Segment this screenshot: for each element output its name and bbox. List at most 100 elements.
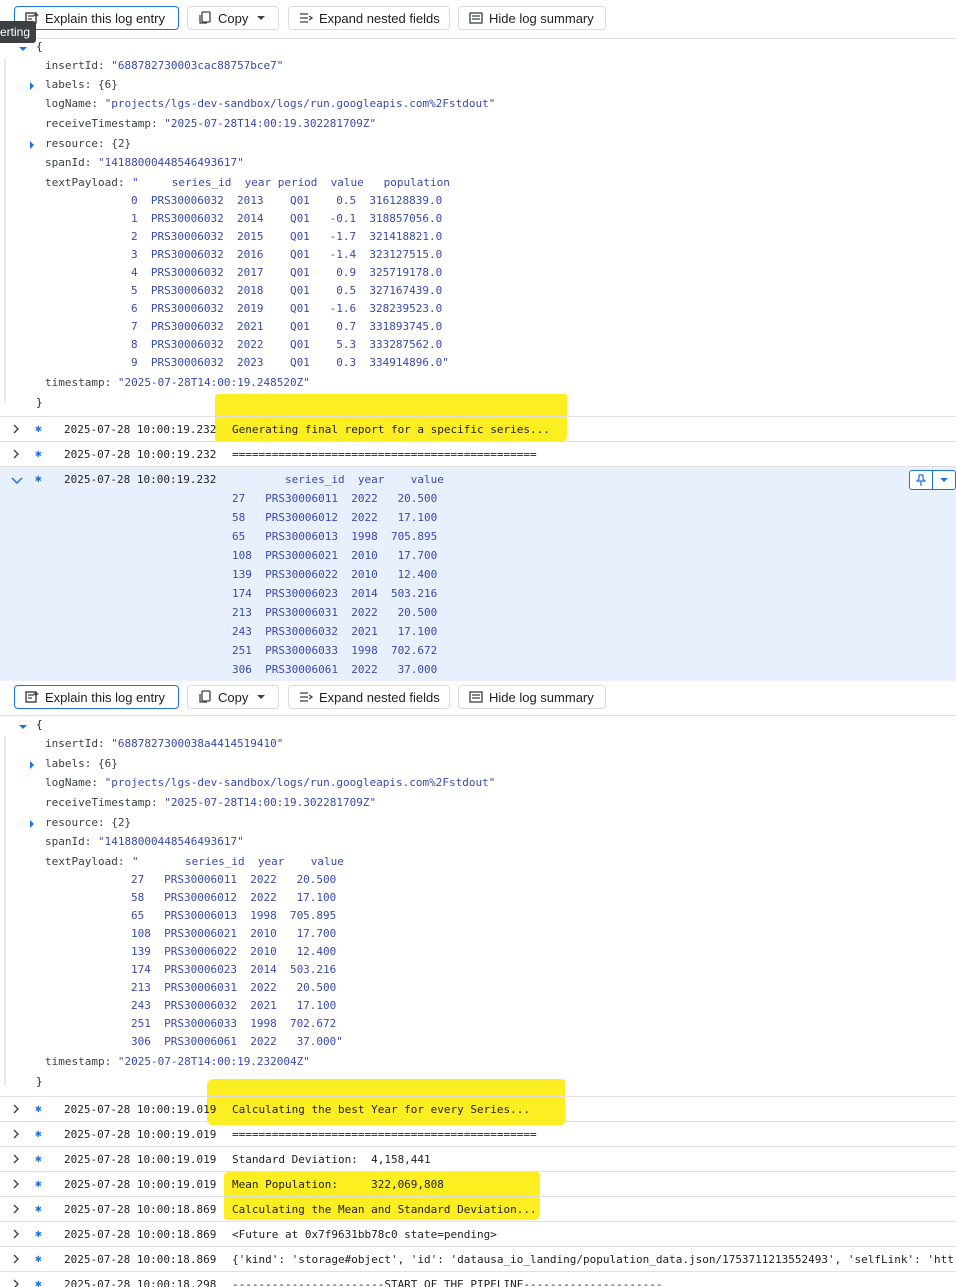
log-message: Standard Deviation: 4,158,441 <box>232 1153 431 1166</box>
copy-label: Copy <box>218 689 249 705</box>
textpayload-line: 243 PRS30006032 2021 17.100 <box>131 999 337 1012</box>
textpayload-line: 2 PRS30006032 2015 Q01 -1.7 321418821.0 <box>131 230 443 243</box>
chevron-down-icon[interactable] <box>11 476 23 486</box>
chevron-right-icon[interactable] <box>11 424 21 434</box>
log-row[interactable]: ✱ 2025-07-28 10:00:18.869 <Future at 0x7… <box>0 1221 956 1247</box>
log-row[interactable]: ✱ 2025-07-28 10:00:19.019 ==============… <box>0 1121 956 1147</box>
spanid-value: "14188000448546493617" <box>98 835 244 848</box>
expand-caret-icon[interactable] <box>27 140 37 150</box>
hide-log-summary-button[interactable]: Hide log summary <box>458 685 606 709</box>
pin-menu-caret-icon[interactable] <box>933 471 955 489</box>
severity-default-icon: ✱ <box>35 422 42 435</box>
chevron-right-icon[interactable] <box>11 1154 21 1164</box>
labels-key[interactable]: labels: {6} <box>45 755 118 773</box>
expand-nested-fields-button[interactable]: Expand nested fields <box>288 6 450 30</box>
receivetimestamp-value: "2025-07-28T14:00:19.302281709Z" <box>164 117 377 130</box>
textpayload-line: 4 PRS30006032 2017 Q01 0.9 325719178.0 <box>131 266 443 279</box>
textpayload-line: 27 PRS30006011 2022 20.500 <box>131 873 337 886</box>
expand-caret-icon[interactable] <box>27 819 37 829</box>
textpayload-line: 3 PRS30006032 2016 Q01 -1.4 323127515.0 <box>131 248 443 261</box>
chevron-right-icon[interactable] <box>11 449 21 459</box>
textpayload-line: 9 PRS30006032 2023 Q01 0.3 334914896.0" <box>131 356 449 369</box>
textpayload-key: textPayload: <box>45 855 132 868</box>
copy-icon <box>198 690 212 704</box>
log-timestamp: 2025-07-28 10:00:19.019 <box>64 1103 217 1116</box>
chevron-right-icon[interactable] <box>11 1129 21 1139</box>
resource-value: {2} <box>111 816 132 829</box>
logname-value: "projects/lgs-dev-sandbox/logs/run.googl… <box>104 776 496 789</box>
spanid-key: spanId: "14188000448546493617" <box>45 835 244 848</box>
log-row[interactable]: ✱ 2025-07-28 10:00:19.232 ==============… <box>0 441 956 467</box>
expanded-log-row[interactable]: ✱ 2025-07-28 10:00:19.232 series_id year… <box>0 466 956 682</box>
spanid-key: spanId: "14188000448546493617" <box>45 156 244 169</box>
insertid-key: insertId: "6887827300038a4414519410" <box>45 737 284 750</box>
log-row[interactable]: ✱ 2025-07-28 10:00:19.019 Standard Devia… <box>0 1146 956 1172</box>
log-row[interactable]: ✱ 2025-07-28 10:00:19.019 Mean Populatio… <box>0 1171 956 1197</box>
indent-guide <box>4 58 6 403</box>
resource-key[interactable]: resource: {2} <box>45 814 131 832</box>
textpayload-line: 65 PRS30006013 1998 705.895 <box>131 909 337 922</box>
log-message: Calculating the best Year for every Seri… <box>232 1103 531 1116</box>
labels-key[interactable]: labels: {6} <box>45 76 118 94</box>
expand-nested-fields-button[interactable]: Expand nested fields <box>288 685 450 709</box>
hide-label: Hide log summary <box>489 689 594 705</box>
log-message: ========================================… <box>232 448 537 461</box>
close-brace: } <box>36 1075 43 1088</box>
log-row[interactable]: ✱ 2025-07-28 10:00:18.298 --------------… <box>0 1271 956 1287</box>
copy-label: Copy <box>218 10 249 26</box>
log-message: Mean Population: 322,069,808 <box>232 1178 444 1191</box>
chevron-right-icon[interactable] <box>11 1204 21 1214</box>
severity-default-icon: ✱ <box>35 1127 42 1140</box>
log-timestamp: 2025-07-28 10:00:18.869 <box>64 1253 217 1266</box>
hide-log-summary-button[interactable]: Hide log summary <box>458 6 606 30</box>
summary-icon <box>469 690 483 704</box>
logname-value: "projects/lgs-dev-sandbox/logs/run.googl… <box>104 97 496 110</box>
resource-key[interactable]: resource: {2} <box>45 135 131 153</box>
severity-default-icon: ✱ <box>35 1202 42 1215</box>
textpayload-line: 8 PRS30006032 2022 Q01 5.3 333287562.0 <box>131 338 443 351</box>
log-row[interactable]: ✱ 2025-07-28 10:00:19.232 Generating fin… <box>0 416 956 442</box>
textpayload-line: 6 PRS30006032 2019 Q01 -1.6 328239523.0 <box>131 302 443 315</box>
chevron-right-icon[interactable] <box>11 1104 21 1114</box>
timestamp-value: "2025-07-28T14:00:19.248520Z" <box>117 376 310 389</box>
copy-icon <box>198 11 212 25</box>
log-row[interactable]: ✱ 2025-07-28 10:00:19.019 Calculating th… <box>0 1096 956 1122</box>
textpayload-line: " series_id year period value population <box>132 176 450 189</box>
explain-log-entry-button[interactable]: Explain this log entry <box>14 685 179 709</box>
log-row[interactable]: ✱ 2025-07-28 10:00:18.869 {'kind': 'stor… <box>0 1246 956 1272</box>
textpayload-line: 251 PRS30006033 1998 702.672 <box>131 1017 337 1030</box>
chevron-right-icon[interactable] <box>11 1229 21 1239</box>
open-brace: { <box>36 718 43 731</box>
textpayload-line: 306 PRS30006061 2022 37.000" <box>131 1035 343 1048</box>
payload-line: 58 PRS30006012 2022 17.100 <box>232 511 438 524</box>
severity-default-icon: ✱ <box>35 472 42 485</box>
caret-down-icon <box>254 690 268 704</box>
collapse-caret-icon[interactable] <box>18 722 28 732</box>
log-timestamp: 2025-07-28 10:00:19.019 <box>64 1153 217 1166</box>
collapse-caret-icon[interactable] <box>18 44 28 54</box>
copy-button[interactable]: Copy <box>187 6 279 30</box>
chevron-right-icon[interactable] <box>11 1179 21 1189</box>
timestamp-key: timestamp: "2025-07-28T14:00:19.248520Z" <box>45 376 310 389</box>
explain-log-entry-button[interactable]: Explain this log entry <box>14 6 179 30</box>
chevron-right-icon[interactable] <box>11 1254 21 1264</box>
expand-icon <box>299 11 313 25</box>
textpayload-line: 5 PRS30006032 2018 Q01 0.5 327167439.0 <box>131 284 443 297</box>
textpayload-line: " series_id year value <box>132 855 344 868</box>
textpayload-line: 58 PRS30006012 2022 17.100 <box>131 891 337 904</box>
close-brace: } <box>36 396 43 409</box>
log-timestamp: 2025-07-28 10:00:19.232 <box>64 423 217 436</box>
payload-line: 174 PRS30006023 2014 503.216 <box>232 587 438 600</box>
summary-icon <box>469 11 483 25</box>
hide-label: Hide log summary <box>489 10 594 26</box>
payload-line: 108 PRS30006021 2010 17.700 <box>232 549 438 562</box>
log-row[interactable]: ✱ 2025-07-28 10:00:18.869 Calculating th… <box>0 1196 956 1222</box>
copy-button[interactable]: Copy <box>187 685 279 709</box>
expand-caret-icon[interactable] <box>27 81 37 91</box>
expand-caret-icon[interactable] <box>27 760 37 770</box>
log-message: Calculating the Mean and Standard Deviat… <box>232 1203 537 1216</box>
textpayload-line: 7 PRS30006032 2021 Q01 0.7 331893745.0 <box>131 320 443 333</box>
spanid-value: "14188000448546493617" <box>98 156 244 169</box>
pin-icon[interactable] <box>910 471 933 489</box>
labels-value: {6} <box>98 757 118 770</box>
